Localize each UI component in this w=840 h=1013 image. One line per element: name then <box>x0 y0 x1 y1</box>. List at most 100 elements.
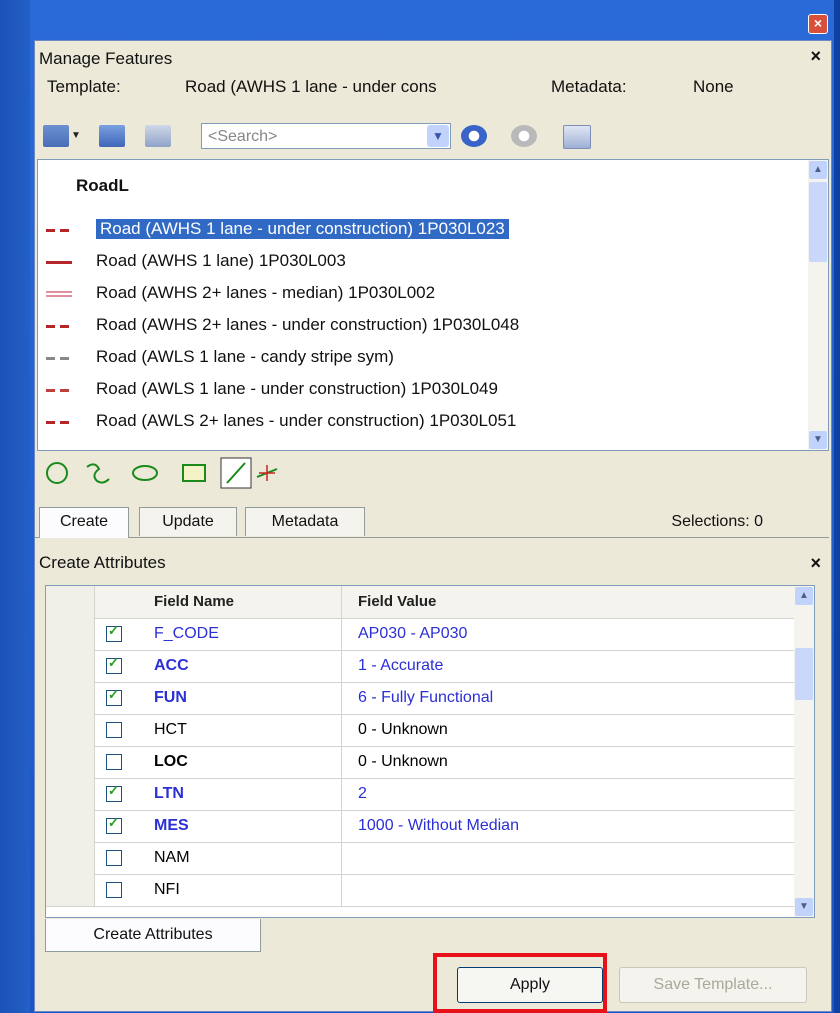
field-value[interactable] <box>354 842 798 874</box>
list-item[interactable]: Road (AWLS 1 lane - under construction) … <box>38 376 798 404</box>
field-value[interactable]: AP030 - AP030 <box>354 618 798 650</box>
field-value[interactable]: 0 - Unknown <box>354 746 798 778</box>
scroll-down-icon[interactable]: ▼ <box>809 431 827 449</box>
row-header[interactable] <box>46 810 95 842</box>
create-attributes-title: Create Attributes <box>39 553 166 572</box>
ellipse-tool-icon[interactable] <box>132 465 158 481</box>
row-checkbox[interactable] <box>106 850 122 866</box>
scroll-up-icon[interactable]: ▲ <box>795 587 813 605</box>
field-name: ACC <box>146 650 342 682</box>
field-value[interactable]: 2 <box>354 778 798 810</box>
scroll-thumb[interactable] <box>809 182 827 262</box>
tab-metadata[interactable]: Metadata <box>245 507 365 536</box>
row-checkbox[interactable] <box>106 655 122 674</box>
field-name: NFI <box>146 874 342 906</box>
table-row[interactable]: FUN6 - Fully Functional <box>46 682 794 715</box>
list-item[interactable]: Road (AWHS 2+ lanes - under construction… <box>38 312 798 340</box>
field-value[interactable]: 1 - Accurate <box>354 650 798 682</box>
table-row[interactable]: LOC 0 - Unknown <box>46 746 794 779</box>
grid-header: Field Name Field Value <box>46 586 794 619</box>
panel-close-icon[interactable]: × <box>810 46 821 67</box>
field-value[interactable]: 1000 - Without Median <box>354 810 798 842</box>
attributes-grid: Field Name Field Value F_CODEAP030 - AP0… <box>45 585 815 918</box>
field-value[interactable]: 0 - Unknown <box>354 714 798 746</box>
col-field-value[interactable]: Field Value <box>354 586 798 618</box>
search-input[interactable]: <Search> <box>201 123 451 149</box>
row-checkbox[interactable] <box>106 783 122 802</box>
list-item[interactable]: Road (AWHS 1 lane - under construction) … <box>38 216 798 244</box>
table-row[interactable]: ACC1 - Accurate <box>46 650 794 683</box>
row-header[interactable] <box>46 778 95 810</box>
row-checkbox[interactable] <box>106 623 122 642</box>
metadata-value: None <box>693 77 734 96</box>
line-tool-icon[interactable] <box>220 457 252 489</box>
scroll-down-icon[interactable]: ▼ <box>795 898 813 916</box>
list-group-header: RoadL <box>76 176 129 195</box>
search-dropdown-icon[interactable]: ▼ <box>427 125 449 147</box>
field-value[interactable]: 6 - Fully Functional <box>354 682 798 714</box>
selections-count: Selections: 0 <box>671 513 763 530</box>
line-symbol-icon <box>46 261 72 264</box>
row-header[interactable] <box>46 650 95 682</box>
row-header[interactable] <box>46 618 95 650</box>
col-field-name[interactable]: Field Name <box>146 586 342 618</box>
line-symbol-icon <box>46 357 72 360</box>
row-checkbox[interactable] <box>106 815 122 834</box>
table-row[interactable]: LTN2 <box>46 778 794 811</box>
row-header[interactable] <box>46 714 95 746</box>
row-checkbox[interactable] <box>106 687 122 706</box>
panel-tabs: Create Update Metadata Selections: 0 <box>35 507 829 538</box>
tab-create-attributes[interactable]: Create Attributes <box>45 919 261 952</box>
field-name: LOC <box>146 746 342 778</box>
row-checkbox[interactable] <box>106 882 122 898</box>
save-template-button[interactable]: Save Template... <box>619 967 807 1003</box>
tab-update[interactable]: Update <box>139 507 237 536</box>
grid-scrollbar[interactable]: ▲ ▼ <box>794 586 814 917</box>
create-attributes-close-icon[interactable]: × <box>810 553 821 574</box>
table-row[interactable]: NAM <box>46 842 794 875</box>
search-icon[interactable] <box>461 125 487 147</box>
list-item-label: Road (AWLS 1 lane - candy stripe sym) <box>96 347 394 366</box>
line-symbol-icon <box>46 291 72 297</box>
list-item[interactable]: Road (AWLS 1 lane - candy stripe sym) <box>38 344 798 372</box>
toolbar: ▼ <Search> ▼ <box>41 121 821 153</box>
table-view-icon[interactable] <box>563 125 591 149</box>
list-item-label: Road (AWHS 2+ lanes - under construction… <box>96 315 520 334</box>
row-header[interactable] <box>46 842 95 874</box>
rectangle-tool-icon[interactable] <box>182 464 206 482</box>
window-close-icon[interactable]: × <box>808 14 828 34</box>
clear-search-icon[interactable] <box>511 125 537 147</box>
feature-template-list: RoadL Road (AWHS 1 lane - under construc… <box>37 159 829 451</box>
scroll-thumb[interactable] <box>795 648 813 700</box>
apply-button[interactable]: Apply <box>457 967 603 1003</box>
list-scrollbar[interactable]: ▲ ▼ <box>808 160 828 450</box>
filter-icon[interactable] <box>43 125 69 147</box>
circle-tool-icon[interactable] <box>46 462 68 484</box>
template-value: Road (AWHS 1 lane - under cons <box>185 77 437 96</box>
line-symbol-icon <box>46 389 72 392</box>
list-item[interactable]: Road (AWHS 1 lane) 1P030L003 <box>38 248 798 276</box>
row-checkbox[interactable] <box>106 754 122 770</box>
tab-create[interactable]: Create <box>39 507 129 538</box>
row-checkbox[interactable] <box>106 722 122 738</box>
line-symbol-icon <box>46 229 72 232</box>
table-row[interactable]: MES1000 - Without Median <box>46 810 794 843</box>
freehand-tool-icon[interactable] <box>86 463 110 484</box>
table-row[interactable]: HCT 0 - Unknown <box>46 714 794 747</box>
row-header-corner <box>46 586 95 618</box>
organize-templates-icon[interactable] <box>99 125 125 147</box>
row-header[interactable] <box>46 874 95 906</box>
list-item[interactable]: Road (AWHS 2+ lanes - median) 1P030L002 <box>38 280 798 308</box>
filter-dropdown-icon[interactable]: ▼ <box>71 125 81 147</box>
table-row[interactable]: NFI <box>46 874 794 907</box>
line-symbol-icon <box>46 421 72 424</box>
point-tool-icon[interactable] <box>256 465 278 481</box>
field-value[interactable] <box>354 874 798 906</box>
template-properties-icon[interactable] <box>145 125 171 147</box>
list-item[interactable]: Road (AWLS 2+ lanes - under construction… <box>38 408 798 436</box>
row-header[interactable] <box>46 682 95 714</box>
scroll-up-icon[interactable]: ▲ <box>809 161 827 179</box>
table-row[interactable]: F_CODEAP030 - AP030 <box>46 618 794 651</box>
row-header[interactable] <box>46 746 95 778</box>
field-name: MES <box>146 810 342 842</box>
